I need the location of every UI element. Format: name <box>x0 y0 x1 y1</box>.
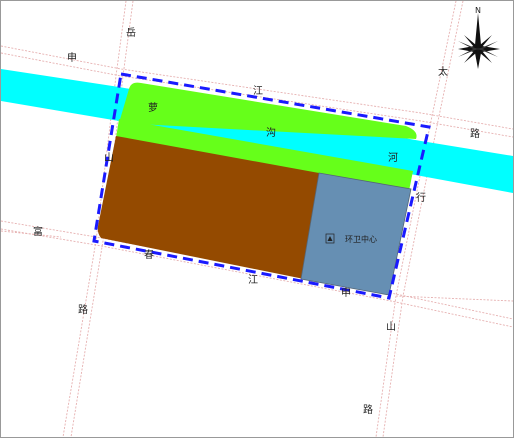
road-label-chun: 春 <box>144 249 154 261</box>
river-label-he: 河 <box>388 152 398 164</box>
road-label-hang: 行 <box>416 191 426 204</box>
road-label-fu: 富 <box>33 225 43 238</box>
compass-icon <box>458 13 500 69</box>
road-label-jiang-1: 江 <box>253 85 263 97</box>
map-frame: 环卫中心 申 江 路 岳 山 路 富 春 江 申 太 行 山 路 萝 沟 河 N <box>0 0 514 438</box>
river-label-meng: 萝 <box>148 102 158 114</box>
road-label-yue: 岳 <box>126 27 136 39</box>
road-label-lu-south: 路 <box>363 403 373 416</box>
road-label-jiang-2: 江 <box>248 274 258 286</box>
road-label-shan-2: 山 <box>386 321 396 333</box>
river-label-gou: 沟 <box>266 126 276 139</box>
road-label-shen-1: 申 <box>67 51 77 64</box>
road-label-shan-1: 山 <box>104 152 114 164</box>
road-label-shen-2: 申 <box>341 286 351 299</box>
road-label-tai: 太 <box>438 65 448 78</box>
poi-label: 环卫中心 <box>345 234 377 244</box>
road-label-lu-east: 路 <box>470 127 480 140</box>
north-label: N <box>475 6 481 15</box>
site-plan-map: 环卫中心 申 江 路 岳 山 路 富 春 江 申 太 行 山 路 萝 沟 河 N <box>1 1 513 437</box>
road-label-lu-southwest: 路 <box>78 303 88 316</box>
